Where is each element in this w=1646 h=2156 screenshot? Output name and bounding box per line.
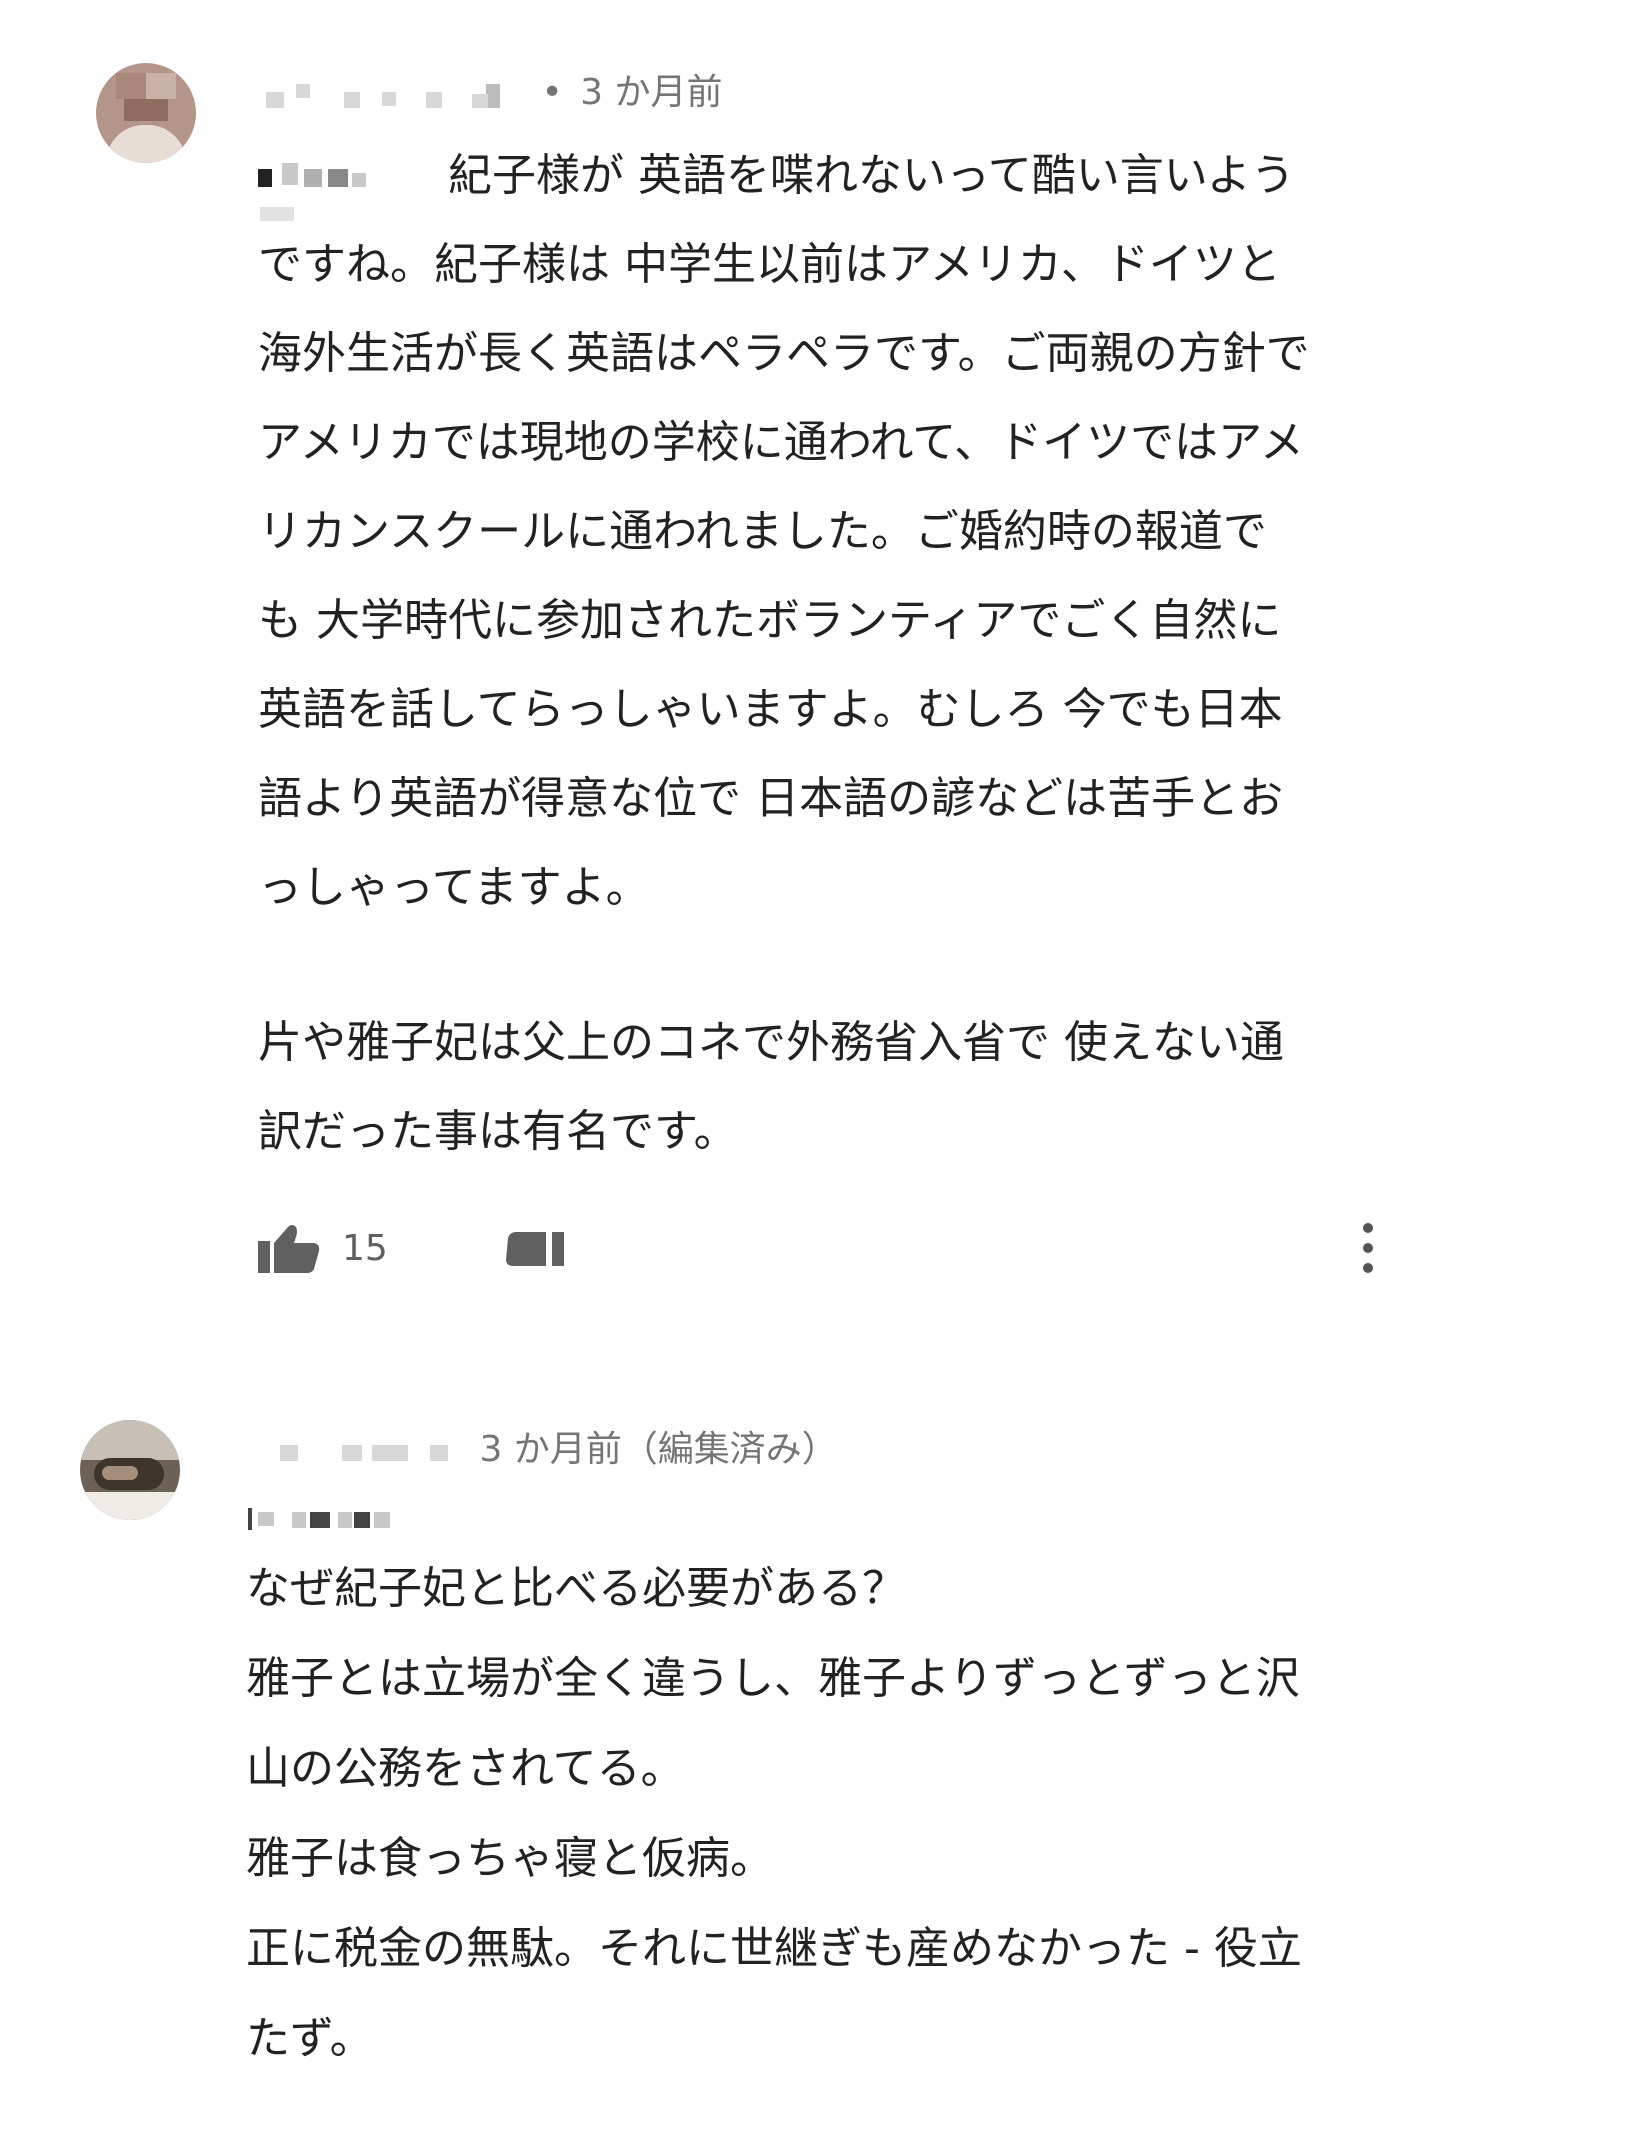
comment-text-line: 語より英語が得意な位で 日本語の諺などは苦手とお [258, 773, 1284, 824]
thumbs-up-icon [258, 1225, 320, 1273]
comment-timestamp: 3 か月前 [580, 72, 723, 113]
more-vertical-icon [1363, 1223, 1373, 1273]
comment-text-line: なぜ紀子妃と比べる必要がある？ [246, 1563, 906, 1614]
comment-text-line: アメリカでは現地の学校に通われて、ドイツではアメ [258, 417, 1304, 468]
comment-text-line: リカンスクールに通われました。ご婚約時の報道で [258, 506, 1267, 557]
like-count: 15 [342, 1227, 388, 1269]
avatar[interactable] [96, 63, 196, 163]
comment-text-line: 英語を話してらっしゃいますよ。むしろ 今でも日本 [258, 684, 1283, 735]
comment-text-line: 雅子は食っちゃ寝と仮病。 [246, 1833, 774, 1884]
comment-text-line: っしゃってますよ。 [258, 862, 650, 913]
comment-text-line: 訳だった事は有名です。 [258, 1106, 738, 1157]
comment-action-bar: 15 [258, 1208, 1398, 1288]
dislike-button[interactable] [504, 1208, 566, 1288]
redacted-mention[interactable] [246, 1494, 446, 1534]
comment-text-line: も 大学時代に参加されたボランティアでごく自然に [258, 595, 1282, 646]
comment-timestamp: 3 か月前（編集済み） [479, 1429, 838, 1470]
thumbs-down-icon [506, 1232, 564, 1266]
redacted-author-name[interactable] [266, 74, 516, 114]
comment-header: • 3 か月前 [266, 63, 723, 123]
redacted-author-name[interactable] [280, 1431, 460, 1471]
comment-text-line: 正に税金の無駄。それに世継ぎも産めなかった - 役立 [246, 1923, 1302, 1974]
separator-dot: • [541, 72, 563, 113]
comment-text-line: 紀子様が 英語を喋れないって酷い言いよう [448, 150, 1295, 201]
comment-header: 3 か月前（編集済み） [280, 1420, 838, 1480]
comment-item: • 3 か月前 紀子様が 英語を喋れないって酷い言いよう ですね。紀子様は 中学… [0, 55, 1646, 1295]
comment-text: なぜ紀子妃と比べる必要がある？ 雅子とは立場が全く違うし、雅子よりずっとずっと沢… [246, 1544, 1446, 2084]
comment-text-line: 片や雅子妃は父上のコネで外務省入省で 使えない通 [258, 1017, 1284, 1068]
more-options-button[interactable] [1348, 1208, 1388, 1288]
comment-text: 紀子様が 英語を喋れないって酷い言いよう ですね。紀子様は 中学生以前はアメリカ… [258, 131, 1388, 1176]
like-button[interactable]: 15 [258, 1208, 388, 1288]
comment-text-line: 雅子とは立場が全く違うし、雅子よりずっとずっと沢 [246, 1653, 1300, 1704]
comment-text-line: 山の公務をされてる。 [246, 1743, 685, 1794]
paragraph-break [258, 932, 1388, 998]
comment-text-line: ですね。紀子様は 中学生以前はアメリカ、ドイツと [258, 239, 1281, 290]
avatar[interactable] [80, 1420, 180, 1520]
comment-item: 3 か月前（編集済み） なぜ紀子妃と比べる必要がある？ 雅子とは立場が全く違うし… [0, 1410, 1646, 2150]
comment-text-line: たず。 [246, 2013, 374, 2064]
comment-text-line: 海外生活が長く英語はペラペラです。ご両親の方針で [258, 328, 1310, 379]
